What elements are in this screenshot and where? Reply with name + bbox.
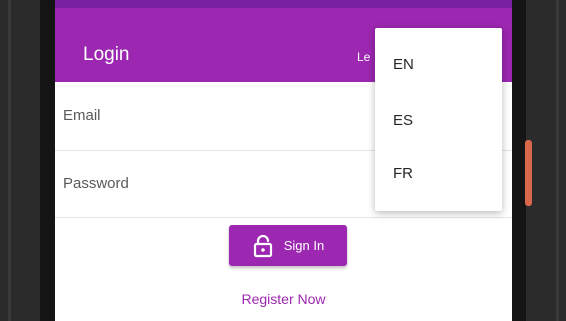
- language-option-label: EN: [393, 56, 414, 73]
- device-frame-groove-right: [556, 0, 559, 321]
- password-field-placeholder: Password: [63, 175, 129, 192]
- device-frame-groove-left: [8, 0, 11, 321]
- language-option-fr[interactable]: FR: [375, 148, 502, 202]
- device-side-button[interactable]: [525, 140, 532, 206]
- status-bar: [55, 0, 512, 8]
- register-now-link[interactable]: Register Now: [55, 291, 512, 308]
- device-stage: Login Le Email Password Sign In Register…: [0, 0, 566, 321]
- lock-open-icon: [253, 234, 272, 257]
- email-field-placeholder: Email: [63, 107, 101, 124]
- sign-in-button[interactable]: Sign In: [229, 225, 347, 266]
- page-title: Login: [83, 44, 130, 65]
- language-menu-button[interactable]: Le: [357, 50, 370, 64]
- device-frame-right: [512, 0, 566, 321]
- language-option-en[interactable]: EN: [375, 40, 502, 94]
- language-option-es[interactable]: ES: [375, 94, 502, 148]
- sign-in-label: Sign In: [283, 238, 325, 253]
- language-option-label: ES: [393, 112, 414, 129]
- device-bezel-left: [40, 0, 55, 321]
- language-option-label: FR: [393, 165, 413, 182]
- device-frame-left: [0, 0, 55, 321]
- language-dropdown-menu: EN ES FR: [375, 28, 502, 211]
- device-bezel-right: [512, 0, 526, 321]
